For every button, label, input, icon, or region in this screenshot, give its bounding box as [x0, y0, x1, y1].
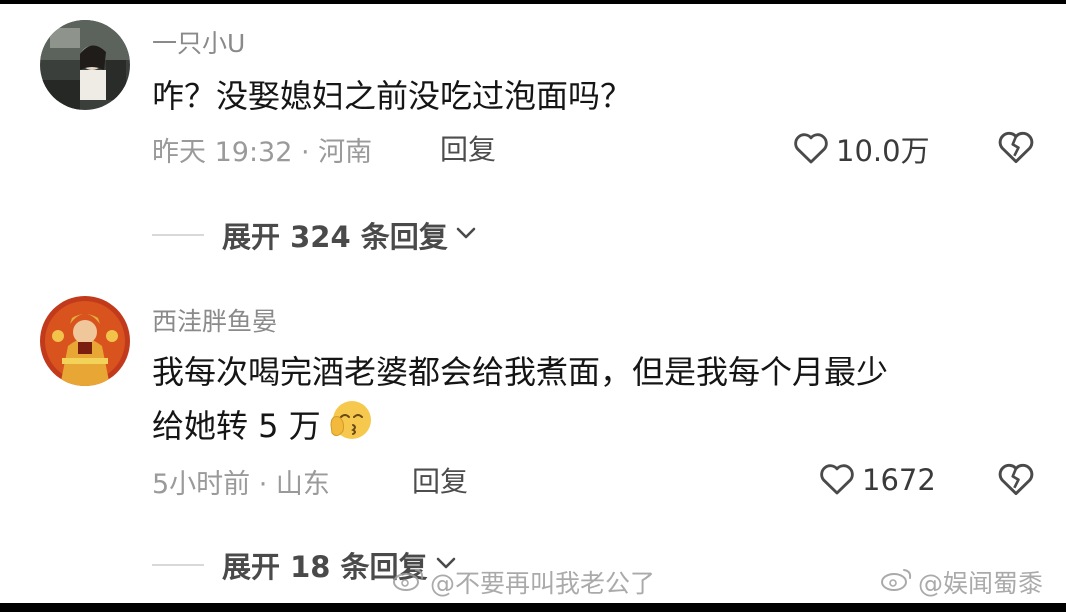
username[interactable]: 西洼胖鱼晏: [152, 302, 277, 338]
dislike-button[interactable]: [996, 128, 1036, 168]
comment-text: 我每次喝完酒老婆都会给我煮面，但是我每个月最少 给她转 5 万: [152, 346, 1042, 457]
divider: [152, 564, 204, 566]
reply-button[interactable]: 回复: [412, 460, 468, 500]
heart-icon: [818, 460, 856, 500]
like-count: 1672: [862, 463, 936, 497]
like-button[interactable]: 10.0万: [792, 128, 930, 170]
like-button[interactable]: 1672: [818, 460, 936, 500]
like-count: 10.0万: [836, 134, 930, 168]
expand-replies-label: 展开 324 条回复: [222, 220, 448, 254]
weibo-icon: [880, 566, 914, 598]
watermark-text: @不要再叫我老公了: [430, 569, 656, 598]
dislike-button[interactable]: [996, 460, 1036, 500]
bottom-border: [0, 603, 1066, 612]
weibo-icon: [392, 566, 426, 598]
comment-text-fragment: 给她转 5 万: [152, 407, 321, 445]
comment-item: 西洼胖鱼晏 我每次喝完酒老婆都会给我煮面，但是我每个月最少 给她转 5 万 5小…: [0, 280, 1066, 600]
watermark-right: @娱闻蜀黍: [880, 564, 1043, 600]
avatar[interactable]: [40, 296, 130, 386]
comment-item: 一只小U 咋？没娶媳妇之前没吃过泡面吗？ 昨天 19:32 · 河南 回复 10…: [0, 0, 1066, 280]
watermark-left: @不要再叫我老公了: [392, 564, 655, 600]
username[interactable]: 一只小U: [152, 24, 245, 60]
comment-text: 咋？没娶媳妇之前没吃过泡面吗？: [152, 77, 633, 115]
heart-icon: [792, 129, 830, 169]
comment-text-line: 给她转 5 万: [152, 399, 1042, 457]
comment-meta: 5小时前 · 山东: [152, 469, 330, 500]
reply-button[interactable]: 回复: [440, 128, 496, 168]
expand-replies-button[interactable]: 展开 324 条回复: [152, 214, 478, 256]
broken-heart-icon: [996, 463, 1036, 500]
broken-heart-icon: [996, 131, 1036, 168]
chevron-down-icon: [454, 223, 478, 247]
avatar[interactable]: [40, 20, 130, 110]
comment-meta: 昨天 19:32 · 河南: [152, 137, 373, 168]
divider: [152, 234, 204, 236]
blush-emoji-icon: [327, 399, 373, 457]
watermark-text: @娱闻蜀黍: [918, 569, 1044, 598]
comment-text-line: 我每次喝完酒老婆都会给我煮面，但是我每个月最少: [152, 353, 889, 391]
